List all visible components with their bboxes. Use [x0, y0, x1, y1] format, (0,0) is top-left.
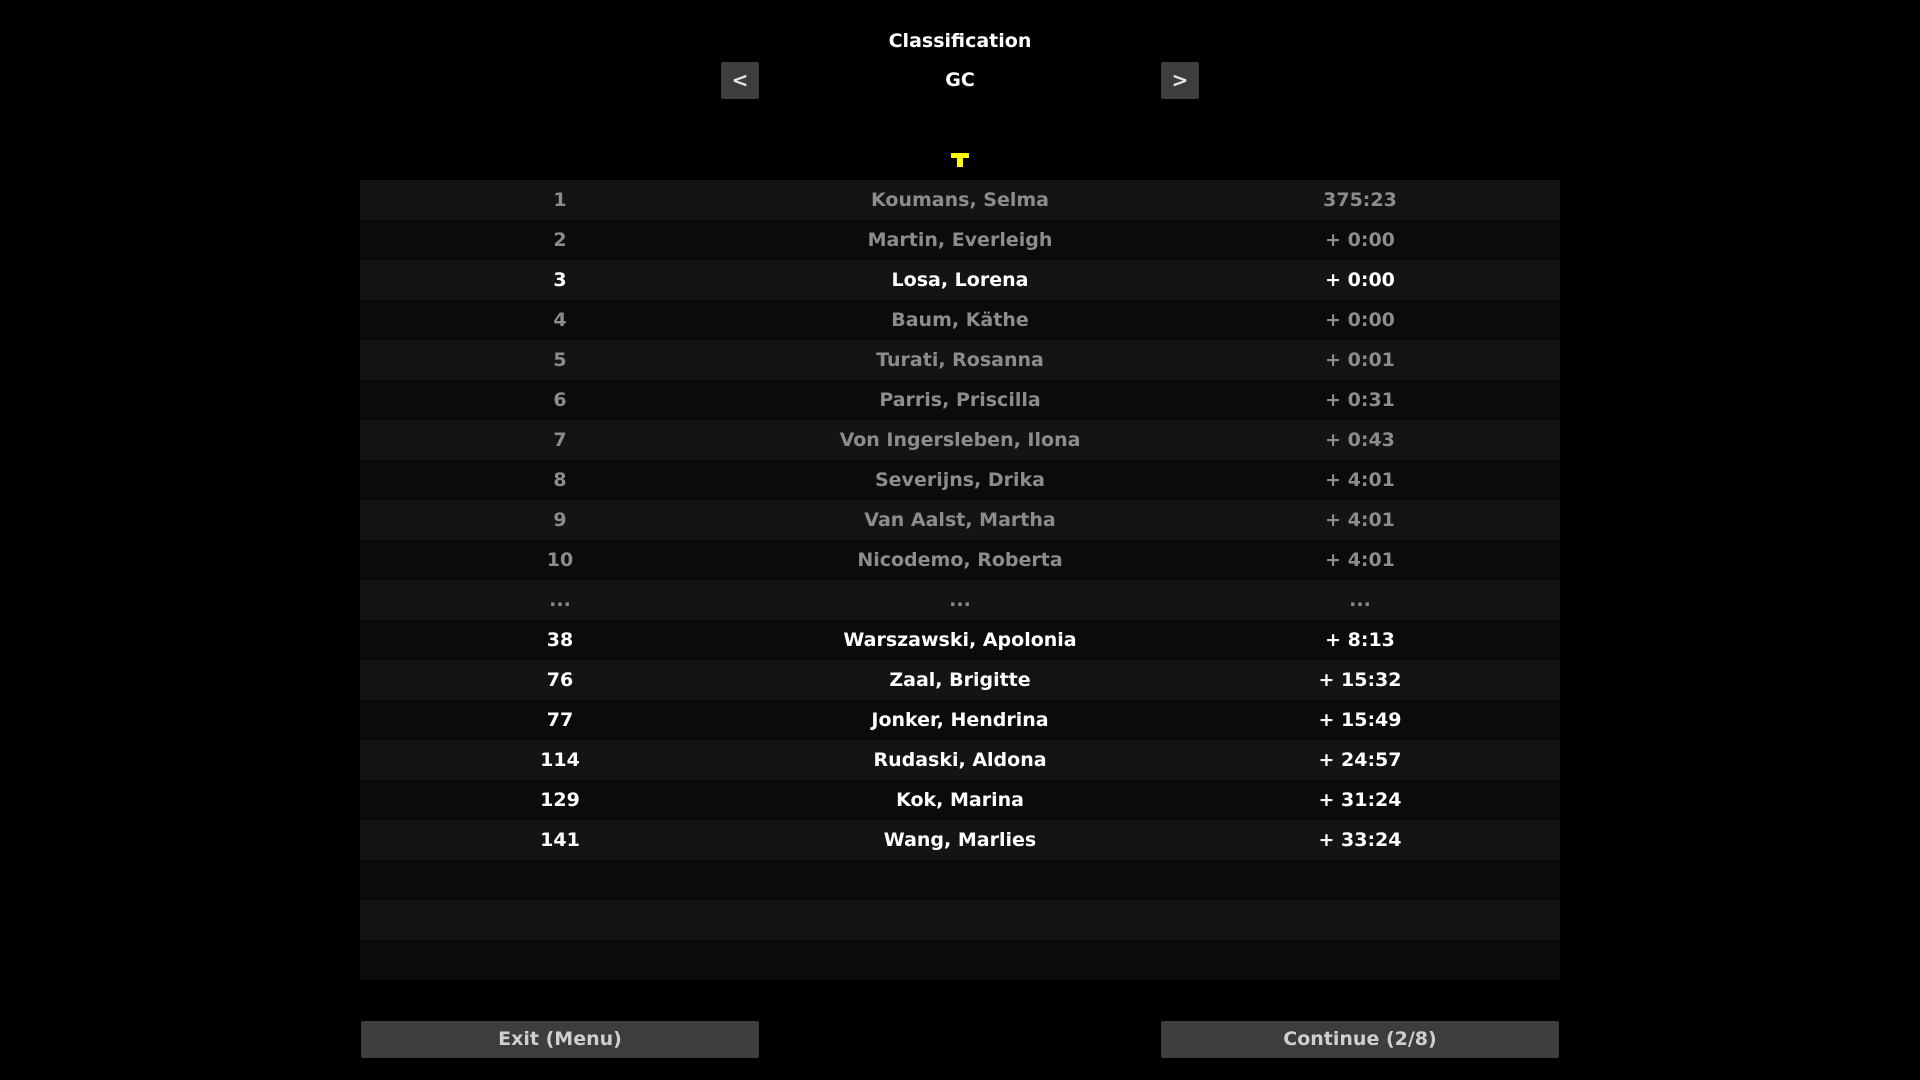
- classification-name: GC: [945, 69, 975, 91]
- rider-name-cell: Warszawski, Apolonia: [843, 629, 1077, 651]
- exit-menu-button[interactable]: Exit (Menu): [361, 1021, 759, 1058]
- rank-cell: 76: [546, 669, 574, 691]
- page-title: Classification: [888, 30, 1032, 52]
- time-gap-cell: + 0:31: [1325, 389, 1395, 411]
- rank-cell: 1: [553, 189, 567, 211]
- time-gap-cell: + 0:43: [1325, 429, 1395, 451]
- table-row: 77 Jonker, Hendrina + 15:49: [360, 700, 1560, 740]
- table-row: 3 Losa, Lorena + 0:00: [360, 260, 1560, 300]
- rank-cell: 77: [546, 709, 574, 731]
- rank-cell: 129: [540, 789, 580, 811]
- rank-cell: 5: [553, 349, 567, 371]
- table-row: 6 Parris, Priscilla + 0:31: [360, 380, 1560, 420]
- rank-cell: 4: [553, 309, 567, 331]
- rider-name-cell: Von Ingersleben, Ilona: [839, 429, 1081, 451]
- time-gap-cell: 375:23: [1323, 189, 1397, 211]
- rider-name-cell: [710, 860, 1210, 900]
- rank-cell: 10: [546, 549, 574, 571]
- table-row: 141 Wang, Marlies + 33:24: [360, 820, 1560, 860]
- rider-name-cell: Parris, Priscilla: [879, 389, 1041, 411]
- rider-name-cell: Zaal, Brigitte: [889, 669, 1031, 691]
- time-gap-cell: [1260, 860, 1460, 900]
- time-gap-cell: + 4:01: [1325, 509, 1395, 531]
- rank-cell: 2: [553, 229, 567, 251]
- table-row: .........: [360, 580, 1560, 620]
- table-row: [360, 940, 1560, 980]
- continue-button[interactable]: Continue (2/8): [1161, 1021, 1559, 1058]
- time-gap-cell: + 0:00: [1325, 229, 1395, 251]
- time-gap-cell: + 15:49: [1318, 709, 1402, 731]
- rider-name-cell: Baum, Käthe: [891, 309, 1029, 331]
- time-gap-cell: + 33:24: [1318, 829, 1402, 851]
- rider-name-cell: ...: [949, 589, 971, 611]
- next-classification-button[interactable]: >: [1161, 62, 1199, 99]
- table-row: 38 Warszawski, Apolonia + 8:13: [360, 620, 1560, 660]
- table-row: 5 Turati, Rosanna + 0:01: [360, 340, 1560, 380]
- table-row: 76 Zaal, Brigitte + 15:32: [360, 660, 1560, 700]
- rider-name-cell: Van Aalst, Martha: [864, 509, 1056, 531]
- rider-name-cell: Losa, Lorena: [891, 269, 1029, 291]
- table-row: 129 Kok, Marina + 31:24: [360, 780, 1560, 820]
- rider-name-cell: Nicodemo, Roberta: [857, 549, 1063, 571]
- table-row: 2 Martin, Everleigh + 0:00: [360, 220, 1560, 260]
- table-row: 9 Van Aalst, Martha + 4:01: [360, 500, 1560, 540]
- table-row: 4 Baum, Käthe + 0:00: [360, 300, 1560, 340]
- time-gap-cell: + 24:57: [1318, 749, 1402, 771]
- rider-name-cell: Jonker, Hendrina: [871, 709, 1049, 731]
- time-gap-cell: + 4:01: [1325, 469, 1395, 491]
- table-row: 10 Nicodemo, Roberta + 4:01: [360, 540, 1560, 580]
- table-row: [360, 860, 1560, 900]
- table-row: 114 Rudaski, Aldona + 24:57: [360, 740, 1560, 780]
- rider-name-cell: Kok, Marina: [896, 789, 1024, 811]
- rider-name-cell: Martin, Everleigh: [867, 229, 1053, 251]
- rank-cell: ...: [549, 589, 571, 611]
- jersey-icon: [951, 153, 969, 167]
- rider-name-cell: Koumans, Selma: [871, 189, 1049, 211]
- results-table: 1 Koumans, Selma 375:23 2 Martin, Everleigh +…: [360, 180, 1560, 980]
- rider-name-cell: Severijns, Drika: [874, 469, 1046, 491]
- rank-cell: [460, 860, 660, 900]
- rank-cell: 7: [553, 429, 567, 451]
- rider-name-cell: Rudaski, Aldona: [873, 749, 1047, 771]
- time-gap-cell: [1260, 940, 1460, 980]
- rank-cell: 6: [553, 389, 567, 411]
- rank-cell: 3: [553, 269, 567, 291]
- rider-name-cell: Wang, Marlies: [883, 829, 1037, 851]
- rider-name-cell: Turati, Rosanna: [876, 349, 1044, 371]
- rank-cell: 38: [546, 629, 574, 651]
- rank-cell: 114: [540, 749, 580, 771]
- time-gap-cell: + 8:13: [1325, 629, 1395, 651]
- rank-cell: [460, 940, 660, 980]
- time-gap-cell: + 4:01: [1325, 549, 1395, 571]
- table-row: 1 Koumans, Selma 375:23: [360, 180, 1560, 220]
- rider-name-cell: [710, 900, 1210, 940]
- time-gap-cell: + 0:01: [1325, 349, 1395, 371]
- time-gap-cell: [1260, 900, 1460, 940]
- classification-screen: Classification < GC > 1 Koumans, Selma 375…: [0, 0, 1920, 1080]
- table-row: [360, 900, 1560, 940]
- time-gap-cell: + 0:00: [1325, 309, 1395, 331]
- table-row: 7 Von Ingersleben, Ilona + 0:43: [360, 420, 1560, 460]
- rank-cell: 8: [553, 469, 567, 491]
- time-gap-cell: + 15:32: [1318, 669, 1402, 691]
- rank-cell: 9: [553, 509, 567, 531]
- rider-name-cell: [710, 940, 1210, 980]
- time-gap-cell: + 0:00: [1325, 269, 1395, 291]
- table-row: 8 Severijns, Drika + 4:01: [360, 460, 1560, 500]
- rank-cell: [460, 900, 660, 940]
- time-gap-cell: + 31:24: [1318, 789, 1402, 811]
- time-gap-cell: ...: [1349, 589, 1371, 611]
- rank-cell: 141: [540, 829, 580, 851]
